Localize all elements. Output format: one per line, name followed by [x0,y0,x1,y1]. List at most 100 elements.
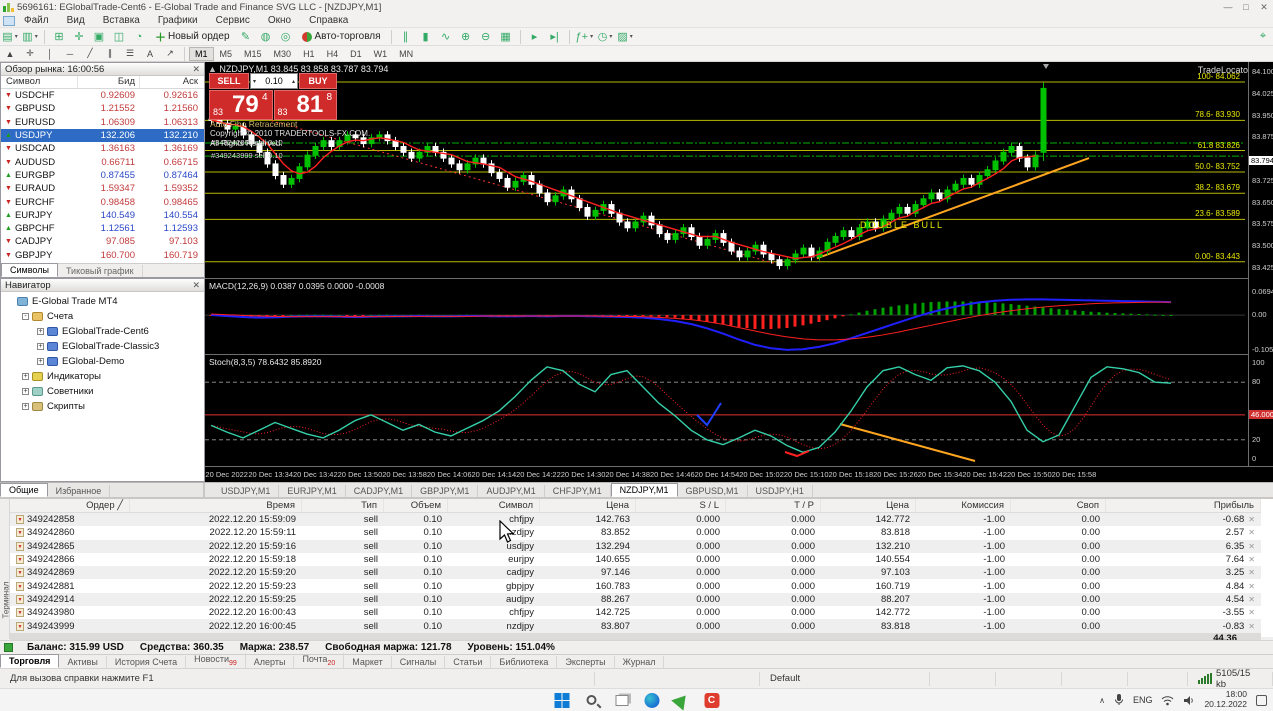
menu-item[interactable]: Вид [58,15,94,26]
orders-column-header[interactable]: Комиссия [916,499,1011,512]
orders-column-header[interactable]: Время [130,499,302,512]
market-watch-row[interactable]: ▲EURGBP 0.87455 0.87464 [1,169,204,182]
terminal-tab[interactable]: Активы [59,656,106,668]
close-button[interactable]: ✕ [1255,2,1273,13]
market-watch-row[interactable]: ▼EURCHF 0.98458 0.98465 [1,195,204,208]
orders-column-header[interactable]: Цена [821,499,916,512]
task-view-icon[interactable] [613,692,630,709]
notification-center-icon[interactable] [1256,695,1267,706]
order-row[interactable]: ▼349243999 2022.12.20 16:00:45 sell 0.10… [10,619,1261,632]
toolbar-button[interactable]: ▦ [497,29,515,45]
navigator-tree-item[interactable]: + EGlobalTrade-Classic3 [1,339,204,354]
taskbar-search-icon[interactable] [583,692,600,709]
drawing-tool-button[interactable]: ╱ [81,46,99,62]
autotrade-button[interactable]: Авто-торговля [297,29,386,45]
toolbar-button[interactable]: ▤▾ [1,29,19,45]
toolbar-button[interactable]: ⊖ [477,29,495,45]
toolbar-button[interactable]: ◎ [277,29,295,45]
drawing-tool-button[interactable]: ─ [61,46,79,62]
orders-column-header[interactable]: Символ [448,499,540,512]
timeframe-button[interactable]: D1 [344,47,368,61]
lot-decrease-icon[interactable]: ▾ [251,78,258,85]
terminal-tab[interactable]: Торговля [0,654,59,668]
orders-column-header[interactable]: Цена [540,499,636,512]
toolbar-button[interactable]: ∥ [397,29,415,45]
order-row[interactable]: ▼349242914 2022.12.20 15:59:25 sell 0.10… [10,593,1261,606]
drawing-tool-button[interactable]: ↗ [161,46,179,62]
timeframe-button[interactable]: M30 [268,47,298,61]
orders-column-header[interactable]: S / L [636,499,726,512]
toolbar-button[interactable]: ◍ [257,29,275,45]
toolbar-button[interactable]: ✎ [237,29,255,45]
orders-table-header[interactable]: Ордер ╱ВремяТипОбъемСимволЦенаS / LT / P… [10,499,1261,513]
drawing-tool-button[interactable]: ☰ [121,46,139,62]
close-icon[interactable]: ✕ [192,280,200,291]
navigator-tree-item[interactable]: - Счета [1,309,204,324]
toolbar-button[interactable]: ▨▾ [616,29,634,45]
market-watch-row[interactable]: ▼GBPUSD 1.21552 1.21560 [1,102,204,115]
timeframe-button[interactable]: MN [393,47,419,61]
market-watch-row[interactable]: ▲EURJPY 140.549 140.554 [1,209,204,222]
orders-column-header[interactable]: Ордер ╱ [10,499,130,512]
terminal-tab[interactable]: Сигналы [392,656,446,668]
terminal-tab[interactable]: Статьи [445,656,491,668]
drawing-tool-button[interactable]: ✛ [21,46,39,62]
market-watch-row[interactable]: ▲USDJPY 132.206 132.210 [1,129,204,142]
market-watch-row[interactable]: ▼EURAUD 1.59347 1.59352 [1,182,204,195]
terminal-tab[interactable]: Алерты [246,656,295,668]
order-row[interactable]: ▼349242881 2022.12.20 15:59:23 sell 0.10… [10,579,1261,592]
terminal-tab[interactable]: Журнал [615,656,665,668]
drawing-tool-button[interactable]: ∥ [101,46,119,62]
market-watch-row[interactable]: ▼USDCAD 1.36163 1.36169 [1,142,204,155]
toolbar-button[interactable]: ✛ [70,29,88,45]
orders-column-header[interactable]: Своп [1011,499,1106,512]
chart-tab[interactable]: GBPJPY,M1 [412,485,478,497]
tray-clock[interactable]: 18:0020.12.2022 [1204,690,1247,710]
toolbar-button[interactable]: ⊕ [457,29,475,45]
market-watch-row[interactable]: ▼AUDUSD 0.66711 0.66715 [1,155,204,168]
minimize-button[interactable]: — [1219,2,1237,13]
toolbar-button[interactable]: ƒ+▾ [575,29,595,45]
edge-browser-icon[interactable] [643,692,660,709]
close-order-icon[interactable]: ✕ [1248,622,1255,631]
chart-tab[interactable]: EURJPY,M1 [279,485,345,497]
terminal-tab[interactable]: Эксперты [557,656,614,668]
tree-expand-icon[interactable]: + [22,373,29,380]
buy-button[interactable]: BUY [299,73,337,89]
tree-expand-icon[interactable]: + [37,358,44,365]
red-c-app-icon[interactable]: C [703,692,720,709]
connection-status-icon[interactable] [1198,673,1212,684]
tree-expand-icon[interactable]: + [37,328,44,335]
drawing-tool-button[interactable]: A [141,46,159,62]
close-order-icon[interactable]: ✕ [1248,582,1255,591]
toolbar-button[interactable]: ▣ [90,29,108,45]
terminal-tab[interactable]: Библиотека [491,656,557,668]
close-order-icon[interactable]: ✕ [1248,528,1255,537]
chart-tab[interactable]: CADJPY,M1 [346,485,412,497]
order-row[interactable]: ▼349242865 2022.12.20 15:59:16 sell 0.10… [10,540,1261,553]
menu-item[interactable]: Окно [259,15,300,26]
chart-tab[interactable]: NZDJPY,M1 [611,483,678,497]
terminal-tab[interactable]: Новости99 [186,653,246,668]
market-watch-row[interactable]: ▲GBPCHF 1.12561 1.12593 [1,222,204,235]
chart-tab[interactable]: AUDJPY,M1 [478,485,544,497]
chart-window[interactable]: ▲ NZDJPY,M1 83.845 83.858 83.787 83.794 … [205,62,1273,482]
maximize-button[interactable]: □ [1237,2,1255,13]
price-scale[interactable]: 84.10084.02583.95083.87583.72583.65083.5… [1248,62,1273,466]
drawing-tool-button[interactable]: │ [41,46,59,62]
market-watch-row[interactable]: ▼EURUSD 1.06309 1.06313 [1,116,204,129]
wifi-icon[interactable] [1161,695,1174,706]
orders-column-header[interactable]: Прибыль [1106,499,1261,512]
orders-column-header[interactable]: T / P [726,499,821,512]
microphone-icon[interactable] [1114,694,1124,706]
navigator-tree-item[interactable]: + EGlobal-Demo [1,354,204,369]
sell-button[interactable]: SELL [209,73,249,89]
tree-expand-icon[interactable]: - [22,313,29,320]
navigator-tree-item[interactable]: + Индикаторы [1,369,204,384]
market-watch-tab[interactable]: Тиковый график [58,265,143,277]
terminal-tab[interactable]: История Счета [107,656,186,668]
menu-item[interactable]: Файл [15,15,58,26]
lot-size-field[interactable]: ▾ 0.10 ▴ [250,73,298,89]
navigator-tab[interactable]: Избранное [48,485,111,497]
mt4-taskbar-icon[interactable] [673,692,690,709]
